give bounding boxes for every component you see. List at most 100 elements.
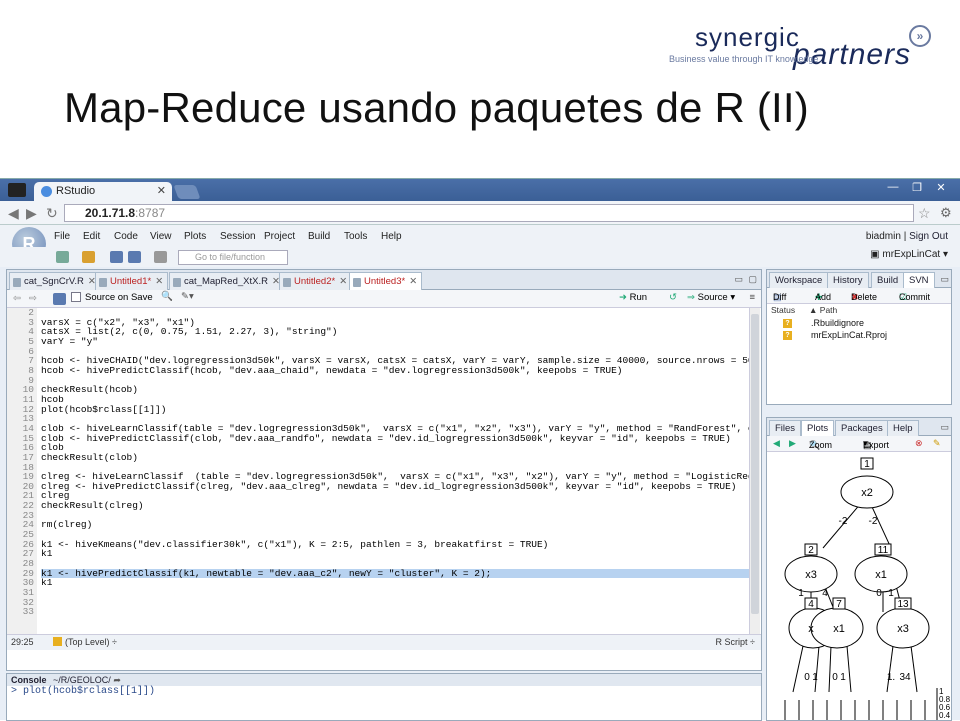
app-icon (8, 183, 26, 197)
source-tab-4[interactable]: Untitled2* ✕ (279, 272, 353, 290)
reload-icon[interactable]: ↻ (46, 205, 58, 222)
code-line[interactable]: k1 <- hivePredictClassif(k1, newtable = … (41, 569, 749, 579)
go-to-dir-icon[interactable]: ➦ (113, 675, 121, 685)
back-icon[interactable]: ⇦ (13, 293, 21, 304)
save-icon[interactable] (53, 293, 66, 305)
code-line[interactable]: clreg (41, 491, 749, 501)
code-line[interactable] (41, 598, 749, 608)
tab-workspace[interactable]: Workspace (769, 272, 829, 288)
prev-plot-icon[interactable]: ◀ (773, 438, 780, 449)
rerun-icon[interactable]: ↺ (669, 292, 677, 303)
wrench-icon[interactable]: ⚙ (940, 205, 952, 221)
menu-view[interactable]: View (150, 231, 172, 242)
code-line[interactable]: hcob <- hivePredictClassif(hcob, "dev.aa… (41, 366, 749, 376)
tab-plots[interactable]: Plots (801, 420, 835, 436)
console-pane[interactable]: Console ~/R/GEOLOC/ ➦ > plot(hcob$rclass… (6, 673, 762, 721)
close-icon[interactable]: ✕ (339, 276, 347, 287)
tab-files[interactable]: Files (769, 420, 802, 436)
workspace-tabs: Workspace History Build SVN ▭ (767, 270, 951, 288)
url-input[interactable]: 20.1.71.8:8787 (64, 204, 914, 222)
code-line[interactable] (41, 511, 749, 521)
code-line[interactable] (41, 376, 749, 386)
maximize-icon[interactable]: ❐ (908, 181, 926, 195)
chevron-right-icon: » (909, 25, 931, 47)
save-all-icon[interactable] (128, 251, 141, 263)
source-tab-1[interactable]: cat_SgnCrV.R ✕ (9, 272, 101, 290)
code-line[interactable]: varY = "y" (41, 337, 749, 347)
forward-icon[interactable]: ⇨ (29, 293, 37, 304)
close-icon[interactable]: ✕ (155, 276, 163, 287)
tree-node-id: 1 (864, 459, 870, 470)
code-line[interactable]: checkResult(clreg) (41, 501, 749, 511)
code-line[interactable] (41, 617, 749, 627)
forward-icon[interactable]: ▶ (26, 205, 37, 222)
menu-build[interactable]: Build (308, 231, 330, 242)
menu-session[interactable]: Session (220, 231, 256, 242)
menu-edit[interactable]: Edit (83, 231, 100, 242)
scrollbar-thumb[interactable] (751, 314, 759, 614)
search-icon[interactable]: 🔍 (161, 291, 173, 302)
new-file-icon[interactable] (56, 251, 69, 263)
code-editor[interactable]: 2 3 4 5 6 7 8 9 10 11 12 13 14 15 16 17 18 19 20 21 22 23 24 25… (7, 308, 749, 644)
menu-project[interactable]: Project (264, 231, 295, 242)
code-lines[interactable]: varsX = c("x2", "x3", "x1") catsX = list(… (41, 308, 749, 636)
menu-help[interactable]: Help (381, 231, 402, 242)
code-line[interactable] (41, 607, 749, 617)
menu-tools[interactable]: Tools (344, 231, 367, 242)
code-line[interactable]: k1 (41, 578, 749, 588)
remove-plot-icon[interactable]: ⊗ (915, 438, 923, 449)
tab-packages[interactable]: Packages (835, 420, 889, 436)
back-icon[interactable]: ◀ (8, 205, 19, 222)
print-icon[interactable] (154, 251, 167, 263)
tree-node-label: x3 (897, 623, 909, 635)
source-button[interactable]: ⇒ Source ▾ (687, 292, 735, 303)
broom-icon[interactable]: ✎ (933, 438, 941, 449)
tab-history[interactable]: History (827, 272, 869, 288)
close-tab-icon[interactable]: ✕ (157, 184, 166, 197)
code-line[interactable]: checkResult(hcob) (41, 385, 749, 395)
maximize-pane-icon[interactable]: ▢ (748, 274, 757, 285)
code-line[interactable]: checkResult(clob) (41, 453, 749, 463)
minimize-pane-icon[interactable]: ▭ (734, 274, 743, 285)
code-line[interactable]: clob <- hivePredictClassif(clob, "dev.aa… (41, 433, 749, 444)
source-tab-5[interactable]: Untitled3* ✕ (349, 272, 423, 290)
source-on-save-checkbox[interactable] (71, 292, 81, 302)
tab-help[interactable]: Help (887, 420, 919, 436)
export-button[interactable]: ▤ Export ▾ (863, 438, 889, 450)
save-icon[interactable] (110, 251, 123, 263)
close-window-icon[interactable]: ✕ (932, 181, 950, 195)
new-tab-button[interactable] (173, 185, 201, 199)
code-line[interactable]: k1 <- hiveKmeans("dev.classifier30k", c(… (41, 540, 749, 550)
project-menu[interactable]: ▣ mrExpLinCat ▾ (870, 249, 948, 260)
minimize-icon[interactable]: — (884, 181, 902, 195)
source-tab-3[interactable]: cat_MapRed_XtX.R ✕ (169, 272, 285, 290)
magic-wand-icon[interactable]: ✎▾ (181, 291, 194, 302)
code-line[interactable]: k1 (41, 549, 749, 559)
bookmark-star-icon[interactable]: ☆ (918, 205, 931, 222)
menu-file[interactable]: File (54, 231, 70, 242)
menu-plots[interactable]: Plots (184, 231, 206, 242)
maximize-pane-icon[interactable]: ▭ (940, 422, 949, 433)
outline-icon[interactable]: ≡ (749, 292, 755, 303)
next-plot-icon[interactable]: ▶ (789, 438, 796, 449)
close-icon[interactable]: ✕ (409, 276, 417, 287)
code-line[interactable]: rm(clreg) (41, 520, 749, 530)
editor-scrollbar[interactable] (749, 308, 760, 644)
maximize-pane-icon[interactable]: ▭ (940, 274, 949, 285)
code-line[interactable]: clob (41, 443, 749, 453)
code-line[interactable] (41, 588, 749, 598)
code-line[interactable]: clreg <- hivePredictClassif(clreg, "dev.… (41, 482, 749, 492)
code-line[interactable]: catsX = list(2, c(0, 0.75, 1.51, 2.27, 3… (41, 327, 749, 337)
sign-out-link[interactable]: Sign Out (909, 231, 948, 242)
tab-build[interactable]: Build (871, 272, 905, 288)
tab-svn[interactable]: SVN (903, 272, 935, 288)
source-tab-2[interactable]: Untitled1* ✕ (95, 272, 169, 290)
browser-tab-rstudio[interactable]: RStudio ✕ (34, 182, 172, 201)
run-button[interactable]: ➜ Run (619, 292, 647, 303)
goto-file-input[interactable]: Go to file/function (178, 250, 288, 265)
scope-selector[interactable]: (Top Level) ÷ (65, 637, 117, 647)
code-line[interactable]: plot(hcob$rclass[[1]]) (41, 404, 749, 415)
menu-code[interactable]: Code (114, 231, 138, 242)
open-folder-icon[interactable] (82, 251, 95, 263)
file-type-selector[interactable]: R Script ÷ (716, 637, 755, 647)
